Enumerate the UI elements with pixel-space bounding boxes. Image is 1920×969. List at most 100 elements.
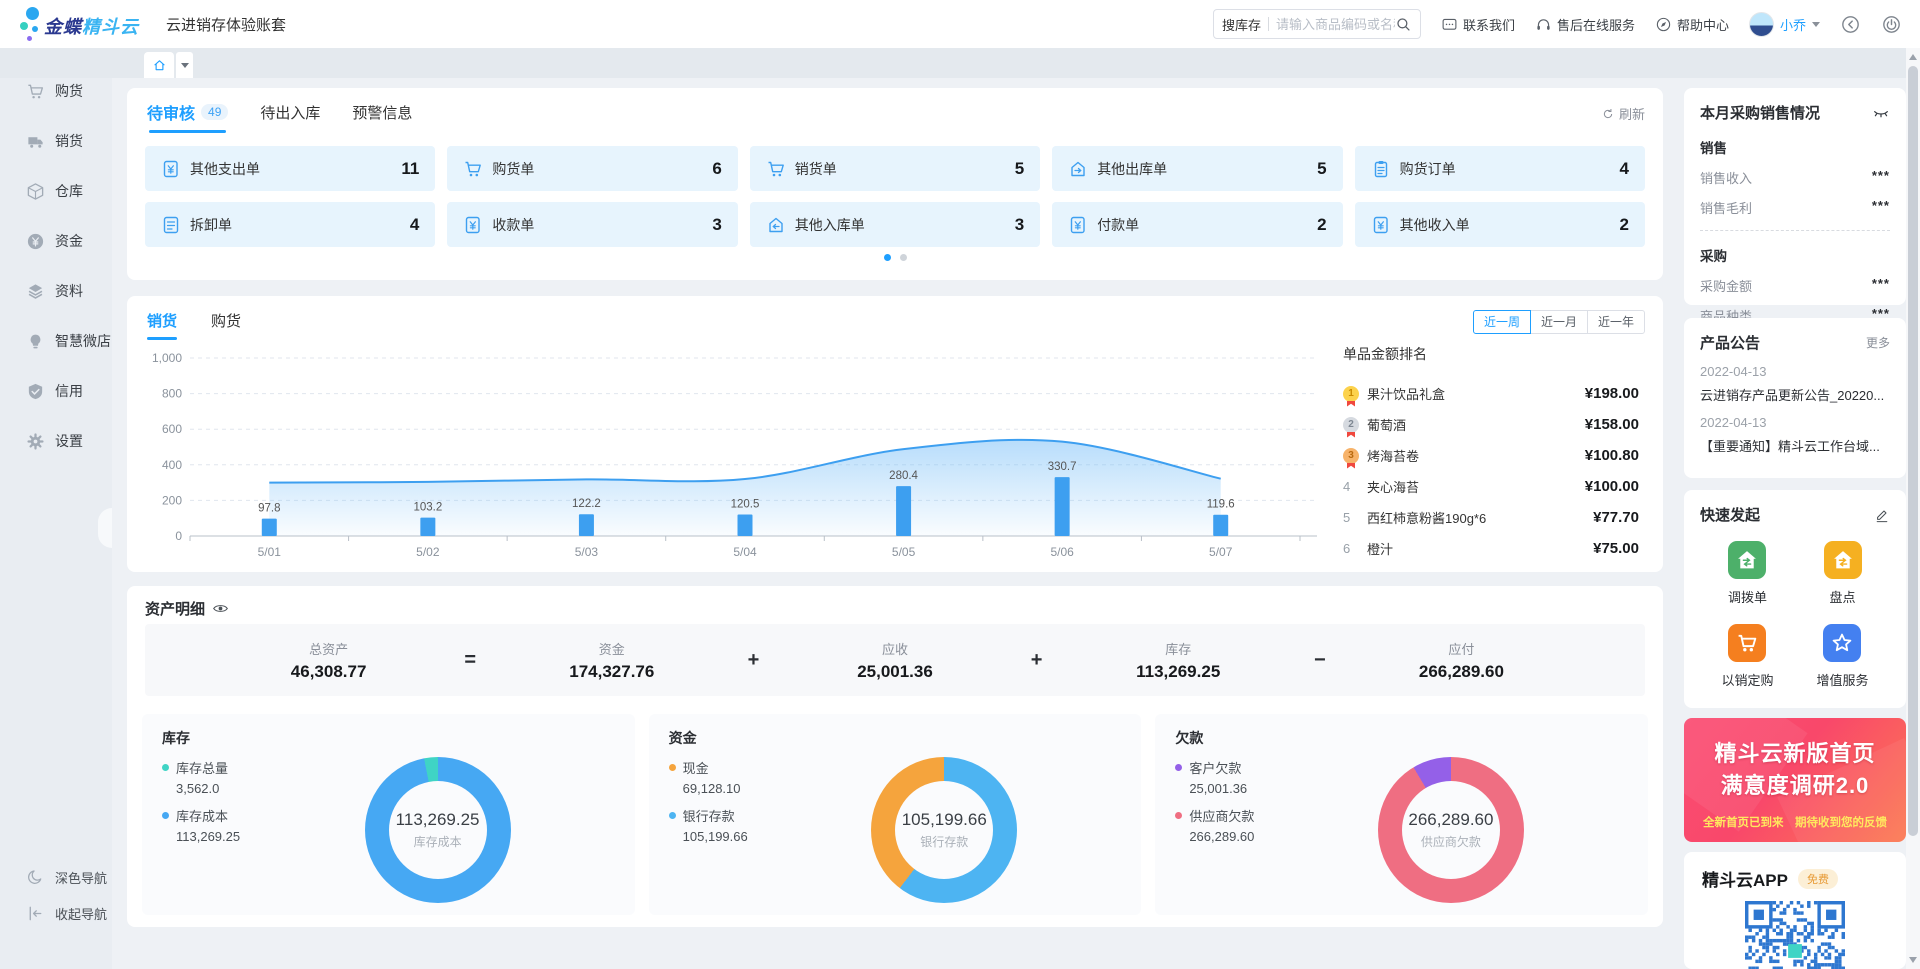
- banner-headline: 精斗云新版首页: [1684, 736, 1906, 768]
- tab-sales-trend[interactable]: 销货: [147, 310, 177, 340]
- legend-dot: [1175, 812, 1182, 819]
- carousel-dot[interactable]: [884, 254, 891, 261]
- sidebar-item-data[interactable]: 资料: [0, 266, 112, 316]
- user-name: 小乔: [1780, 15, 1806, 34]
- brand-logo[interactable]: 金蝶精斗云: [14, 0, 134, 48]
- range-month-button[interactable]: 近一月: [1530, 310, 1588, 334]
- sidebar-item-warehouse[interactable]: 仓库: [0, 166, 112, 216]
- cart-icon: [26, 82, 45, 101]
- warehouse-stocktake-icon: [1831, 548, 1855, 572]
- scroll-down-arrow[interactable]: [1909, 957, 1917, 963]
- ranking-row[interactable]: 2葡萄酒¥158.00: [1343, 409, 1639, 440]
- quick-action-transfer[interactable]: 调拨单: [1728, 541, 1767, 606]
- plus-sign: +: [1019, 649, 1055, 672]
- pending-card-other-expense[interactable]: 其他支出单11: [145, 146, 435, 191]
- quick-action-purchase-by-sales[interactable]: 以销定购: [1721, 624, 1773, 689]
- cart-icon: [463, 159, 483, 179]
- pending-card-other-outbound[interactable]: 其他出库单5: [1052, 146, 1342, 191]
- refresh-button[interactable]: 刷新: [1601, 104, 1645, 123]
- search-icon[interactable]: [1395, 16, 1412, 33]
- refresh-icon: [1601, 107, 1615, 121]
- search-input[interactable]: [1276, 17, 1395, 32]
- pending-card-other-inbound[interactable]: 其他入库单3: [750, 202, 1040, 247]
- more-link[interactable]: 更多: [1866, 334, 1890, 351]
- svg-text:400: 400: [162, 458, 182, 472]
- scroll-up-arrow[interactable]: [1909, 54, 1917, 60]
- edit-pencil-icon[interactable]: [1874, 507, 1890, 523]
- trend-panel: 销货 购货 近一周 近一月 近一年 02004006008001,00097.8…: [127, 296, 1663, 572]
- funds-donut-panel: 资金 现金69,128.10 银行存款105,199.66 105,199.66…: [649, 714, 1142, 915]
- legend-dot: [162, 812, 169, 819]
- quick-action-stocktake[interactable]: 盘点: [1824, 541, 1862, 606]
- announcement-date: 2022-04-13: [1700, 364, 1890, 379]
- sidebar: 购货 销货 仓库 资金 资料 智慧微店 信用 设置 深色导航 收起导航: [0, 48, 112, 969]
- banner-headline: 满意度调研2.0: [1684, 768, 1906, 800]
- range-week-button[interactable]: 近一周: [1473, 310, 1531, 334]
- pending-card-disassembly[interactable]: 拆卸单4: [145, 202, 435, 247]
- minus-sign: −: [1302, 649, 1338, 672]
- funds-donut-chart[interactable]: 105,199.66银行存款: [871, 757, 1017, 903]
- pending-card-sales-order[interactable]: 销货单5: [750, 146, 1040, 191]
- page-scrollbar[interactable]: [1906, 48, 1920, 969]
- ranking-row[interactable]: 4夹心海苔¥100.00: [1343, 471, 1639, 502]
- ranking-row[interactable]: 6橙汁¥75.00: [1343, 533, 1639, 564]
- back-to-old-version-button[interactable]: [1840, 14, 1861, 35]
- pending-card-other-income[interactable]: 其他收入单2: [1355, 202, 1645, 247]
- pending-card-purchase-request[interactable]: 购货订单4: [1355, 146, 1645, 191]
- sidebar-item-sales[interactable]: 销货: [0, 116, 112, 166]
- announcement-link[interactable]: 云进销存产品更新公告_20220...: [1700, 385, 1890, 404]
- help-center-link[interactable]: 帮助中心: [1655, 15, 1729, 34]
- after-sales-service-link[interactable]: 售后在线服务: [1535, 15, 1635, 34]
- ranking-row[interactable]: 3烤海苔卷¥100.80: [1343, 440, 1639, 471]
- account-title: 云进销存体验账套: [166, 14, 286, 35]
- search-scope-label[interactable]: 搜库存: [1222, 15, 1261, 34]
- inventory-donut-chart[interactable]: 113,269.25库存成本: [365, 757, 511, 903]
- logout-power-button[interactable]: [1881, 14, 1902, 35]
- ranking-row[interactable]: 1果汁饮品礼盒¥198.00: [1343, 378, 1639, 409]
- ranking-row[interactable]: 5西红柿意粉酱190g*6¥77.70: [1343, 502, 1639, 533]
- pending-card-receipt[interactable]: 收款单3: [447, 202, 737, 247]
- quick-action-value-added-services[interactable]: 增值服务: [1816, 624, 1868, 689]
- sidebar-item-smart-store[interactable]: 智慧微店: [0, 316, 112, 366]
- eye-closed-icon[interactable]: [1872, 104, 1890, 122]
- stat-row: 销售毛利***: [1700, 198, 1890, 217]
- document-icon: [161, 215, 181, 235]
- sidebar-collapse-handle[interactable]: [98, 508, 112, 548]
- svg-text:0: 0: [175, 529, 182, 543]
- clipboard-icon: [1371, 159, 1391, 179]
- contact-us-link[interactable]: 联系我们: [1441, 15, 1515, 34]
- debt-donut-panel: 欠款 客户欠款25,001.36 供应商欠款266,289.60 266,289…: [1155, 714, 1648, 915]
- pending-card-purchase-order[interactable]: 购货单6: [447, 146, 737, 191]
- tab-alerts[interactable]: 预警信息: [352, 102, 412, 132]
- home-icon: [152, 58, 167, 73]
- qr-code: [1745, 901, 1845, 969]
- collapse-nav-button[interactable]: 收起导航: [0, 895, 112, 931]
- item-amount-ranking: 单品金额排名 1果汁饮品礼盒¥198.00 2葡萄酒¥158.00 3烤海苔卷¥…: [1343, 344, 1639, 564]
- survey-banner[interactable]: 精斗云新版首页 满意度调研2.0 全新首页已到来 期待收到您的反馈: [1684, 718, 1906, 842]
- tab-pending-review[interactable]: 待审核49: [147, 100, 228, 133]
- tab-purchase-trend[interactable]: 购货: [211, 310, 241, 340]
- debt-donut-chart[interactable]: 266,289.60供应商欠款: [1378, 757, 1524, 903]
- carousel-dot[interactable]: [900, 254, 907, 261]
- tab-pending-in-out[interactable]: 待出入库: [260, 102, 320, 132]
- app-window: 金蝶精斗云 云进销存体验账套 搜库存 联系我们 售后在线服务 帮助中心: [0, 0, 1920, 969]
- svg-text:5/07: 5/07: [1209, 545, 1233, 559]
- svg-text:103.2: 103.2: [413, 502, 442, 514]
- scrollbar-thumb[interactable]: [1908, 66, 1918, 836]
- range-year-button[interactable]: 近一年: [1587, 310, 1645, 334]
- sidebar-item-settings[interactable]: 设置: [0, 416, 112, 466]
- sidebar-item-funds[interactable]: 资金: [0, 216, 112, 266]
- inventory-search[interactable]: 搜库存: [1213, 9, 1421, 39]
- yen-doc-icon: [1371, 215, 1391, 235]
- announcement-link[interactable]: 【重要通知】精斗云工作台域...: [1700, 436, 1890, 455]
- pending-card-payment[interactable]: 付款单2: [1052, 202, 1342, 247]
- sidebar-item-credit[interactable]: 信用: [0, 366, 112, 416]
- yen-doc-icon: [161, 159, 181, 179]
- dark-nav-toggle[interactable]: 深色导航: [0, 859, 112, 895]
- user-menu[interactable]: 小乔: [1749, 12, 1820, 37]
- eye-open-icon[interactable]: [212, 600, 229, 617]
- tab-list-dropdown-button[interactable]: [176, 52, 193, 78]
- home-tab[interactable]: [144, 52, 174, 78]
- purchase-group-title: 采购: [1700, 245, 1890, 265]
- svg-text:330.7: 330.7: [1048, 461, 1077, 473]
